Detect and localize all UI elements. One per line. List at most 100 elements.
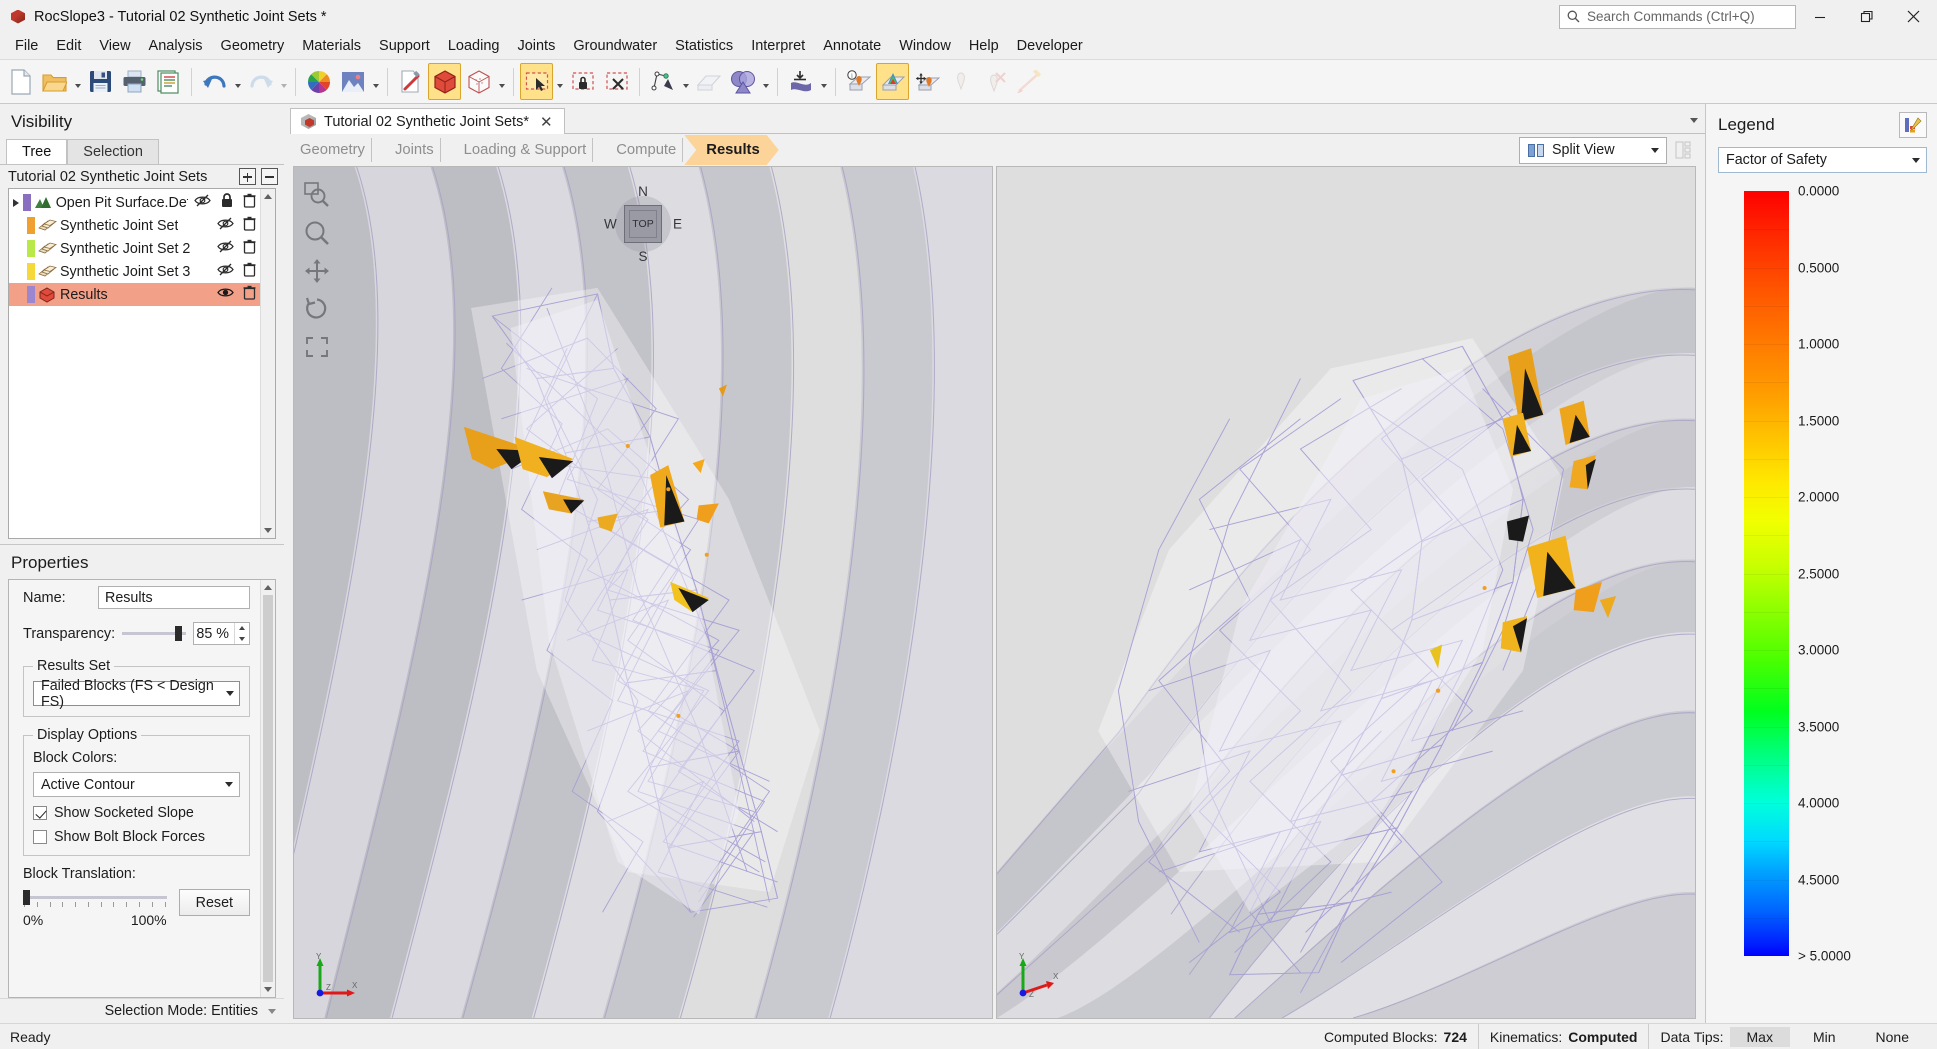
visibility-toggle-hidden-icon[interactable] xyxy=(217,240,234,257)
select-entities-button[interactable] xyxy=(520,63,553,100)
visibility-toggle-visible-icon[interactable] xyxy=(217,286,234,303)
delete-icon[interactable] xyxy=(243,285,256,304)
menu-support[interactable]: Support xyxy=(370,35,439,57)
workflow-step-results[interactable]: Results xyxy=(684,135,778,165)
tree-item-synthetic-joint-set-3[interactable]: Synthetic Joint Set 3 xyxy=(9,260,260,283)
transparency-spinner[interactable]: 85 % xyxy=(193,622,250,645)
tree-item-results[interactable]: Results xyxy=(9,283,260,306)
import-surface-dropdown[interactable] xyxy=(818,63,829,100)
chevron-down-icon[interactable] xyxy=(1644,147,1666,153)
maximize-button[interactable] xyxy=(1843,0,1890,33)
tree-item-open-pit-surface[interactable]: Open Pit Surface.Default.M xyxy=(9,191,260,214)
reset-button[interactable]: Reset xyxy=(178,889,250,916)
chevron-down-icon[interactable] xyxy=(219,773,239,796)
delete-icon[interactable] xyxy=(243,193,256,212)
data-tips-max-button[interactable]: Max xyxy=(1729,1026,1790,1047)
legend-options-button[interactable] xyxy=(1899,112,1927,138)
data-tips-min-button[interactable]: Min xyxy=(1796,1027,1853,1047)
expander-icon[interactable] xyxy=(9,198,23,207)
tab-selection[interactable]: Selection xyxy=(67,139,159,164)
search-commands-input[interactable]: Search Commands (Ctrl+Q) xyxy=(1559,4,1796,29)
import-surface-button[interactable] xyxy=(784,63,817,100)
boolean-operations-button[interactable] xyxy=(726,63,759,100)
clear-selection-button[interactable] xyxy=(600,63,633,100)
menu-groundwater[interactable]: Groundwater xyxy=(564,35,666,57)
scroll-up-icon[interactable] xyxy=(261,189,275,204)
image-capture-button[interactable] xyxy=(336,63,369,100)
workflow-step-joints[interactable]: Joints xyxy=(373,135,453,165)
draw-polyline-dropdown[interactable] xyxy=(680,63,691,100)
workflow-step-geometry[interactable]: Geometry xyxy=(284,135,384,165)
select-entities-dropdown[interactable] xyxy=(554,63,565,100)
solid-block-button[interactable] xyxy=(428,63,461,100)
menu-interpret[interactable]: Interpret xyxy=(742,35,814,57)
view-compass-left[interactable]: TOP N S E W xyxy=(604,184,682,264)
properties-scrollbar[interactable] xyxy=(260,580,275,997)
visibility-toggle-hidden-icon[interactable] xyxy=(217,217,234,234)
menu-materials[interactable]: Materials xyxy=(293,35,370,57)
menu-joints[interactable]: Joints xyxy=(508,35,564,57)
close-tab-icon[interactable]: ✕ xyxy=(537,113,556,131)
split-view-dropdown[interactable]: Split View xyxy=(1519,136,1667,164)
menu-geometry[interactable]: Geometry xyxy=(212,35,294,57)
collapse-all-button[interactable] xyxy=(261,168,278,185)
show-bolt-block-forces-row[interactable]: Show Bolt Block Forces xyxy=(33,829,240,845)
tab-list-menu-button[interactable] xyxy=(1683,108,1705,134)
save-button[interactable] xyxy=(84,63,117,100)
results-set-dropdown[interactable]: Failed Blocks (FS < Design FS) xyxy=(33,678,240,710)
transparency-slider-thumb[interactable] xyxy=(174,626,182,641)
block-colors-dropdown[interactable]: Active Contour xyxy=(33,772,240,797)
image-capture-dropdown[interactable] xyxy=(370,63,381,100)
zoom-window-icon[interactable] xyxy=(301,179,333,211)
block-info-button[interactable]: i xyxy=(842,63,875,100)
chevron-down-icon[interactable] xyxy=(268,1008,276,1014)
draw-polyline-button[interactable] xyxy=(646,63,679,100)
translate-block-button[interactable] xyxy=(910,63,943,100)
show-socketed-slope-row[interactable]: Show Socketed Slope xyxy=(33,805,240,821)
contour-blocks-button[interactable] xyxy=(876,63,909,100)
lock-selection-button[interactable] xyxy=(566,63,599,100)
show-socketed-slope-checkbox[interactable] xyxy=(33,806,47,820)
workflow-step-loading-support[interactable]: Loading & Support xyxy=(442,135,606,165)
pan-icon[interactable] xyxy=(301,255,333,287)
menu-window[interactable]: Window xyxy=(890,35,960,57)
viewport-left[interactable]: TOP N S E W Z X Y xyxy=(293,166,993,1019)
open-file-button[interactable] xyxy=(38,63,71,100)
delete-icon[interactable] xyxy=(243,239,256,258)
menu-edit[interactable]: Edit xyxy=(47,35,90,57)
print-button[interactable] xyxy=(118,63,151,100)
visibility-toggle-hidden-icon[interactable] xyxy=(194,194,211,211)
undo-dropdown[interactable] xyxy=(232,63,243,100)
data-tips-none-button[interactable]: None xyxy=(1859,1027,1926,1047)
zoom-all-icon[interactable] xyxy=(301,331,333,363)
menu-developer[interactable]: Developer xyxy=(1008,35,1092,57)
contour-variable-dropdown[interactable]: Factor of Safety xyxy=(1718,147,1927,173)
chevron-down-icon[interactable] xyxy=(221,682,239,705)
rotate-icon[interactable] xyxy=(301,293,333,325)
show-bolt-block-forces-checkbox[interactable] xyxy=(33,830,47,844)
chevron-down-icon[interactable] xyxy=(1906,157,1926,163)
scroll-down-icon[interactable] xyxy=(261,523,275,538)
transparency-decrement[interactable] xyxy=(235,634,249,645)
open-file-dropdown[interactable] xyxy=(72,63,83,100)
menu-statistics[interactable]: Statistics xyxy=(666,35,742,57)
viewport-right[interactable]: Z X Y xyxy=(996,166,1696,1019)
close-button[interactable] xyxy=(1890,0,1937,33)
compass-face-label[interactable]: TOP xyxy=(624,205,662,243)
document-tab[interactable]: Tutorial 02 Synthetic Joint Sets* ✕ xyxy=(290,108,565,134)
lock-icon[interactable] xyxy=(220,193,234,212)
boolean-operations-dropdown[interactable] xyxy=(760,63,771,100)
tree-item-synthetic-joint-set[interactable]: Synthetic Joint Set xyxy=(9,214,260,237)
menu-file[interactable]: File xyxy=(6,35,47,57)
scroll-down-icon[interactable] xyxy=(261,982,275,997)
tree-item-synthetic-joint-set-2[interactable]: Synthetic Joint Set 2 xyxy=(9,237,260,260)
block-translation-slider-thumb[interactable] xyxy=(23,889,30,905)
transparency-increment[interactable] xyxy=(235,623,249,634)
minimize-button[interactable] xyxy=(1796,0,1843,33)
name-input[interactable]: Results xyxy=(98,586,250,609)
tree-scrollbar[interactable] xyxy=(260,189,275,538)
menu-help[interactable]: Help xyxy=(960,35,1008,57)
delete-icon[interactable] xyxy=(243,262,256,281)
menu-view[interactable]: View xyxy=(90,35,139,57)
wireframe-block-button[interactable] xyxy=(462,63,495,100)
